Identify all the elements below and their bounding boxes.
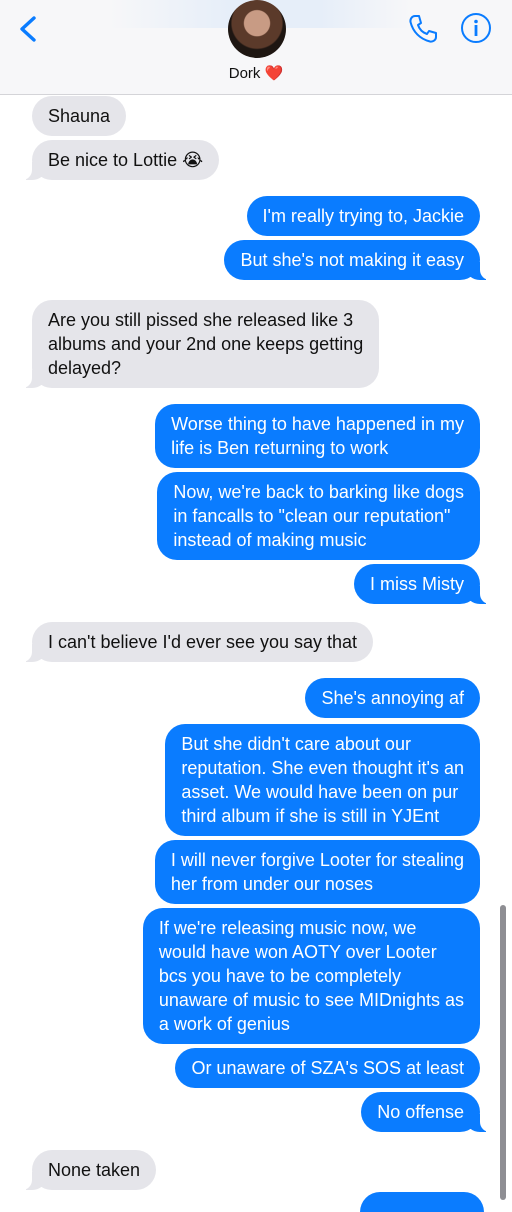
incoming-message[interactable]: Be nice to Lottie 😭	[21, 140, 220, 180]
outgoing-message[interactable]: Worse thing to have happened in my life …	[155, 404, 480, 468]
phone-icon[interactable]	[406, 12, 440, 46]
chevron-left-icon[interactable]	[14, 14, 44, 44]
outgoing-message[interactable]: She's annoying af	[305, 678, 480, 718]
outgoing-message[interactable]: I miss Misty	[354, 564, 490, 604]
outgoing-message[interactable]: If we're releasing music now, we would h…	[142, 908, 480, 1044]
incoming-message[interactable]: Are you still pissed she released like 3…	[21, 300, 380, 388]
incoming-message[interactable]: I can't believe I'd ever see you say tha…	[21, 622, 374, 662]
outgoing-message[interactable]: Or unaware of SZA's SOS at least	[175, 1048, 480, 1088]
outgoing-message[interactable]: I will never forgive Looter for stealing…	[154, 840, 480, 904]
outgoing-message-partial[interactable]	[360, 1192, 484, 1212]
outgoing-message[interactable]: But she's not making it easy	[224, 240, 490, 280]
incoming-message[interactable]: Shauna	[32, 96, 127, 136]
incoming-message[interactable]: None taken	[21, 1150, 157, 1190]
outgoing-message[interactable]: But she didn't care about our reputation…	[165, 724, 480, 836]
info-icon[interactable]	[460, 12, 492, 44]
outgoing-message[interactable]: I'm really trying to, Jackie	[246, 196, 480, 236]
outgoing-message[interactable]: Now, we're back to barking like dogs in …	[157, 472, 480, 560]
contact-name[interactable]: Dork ❤️	[0, 64, 512, 82]
avatar[interactable]	[228, 0, 286, 58]
outgoing-message[interactable]: No offense	[361, 1092, 490, 1132]
conversation-header: Dork ❤️	[0, 0, 512, 95]
scrollbar[interactable]	[500, 905, 506, 1200]
